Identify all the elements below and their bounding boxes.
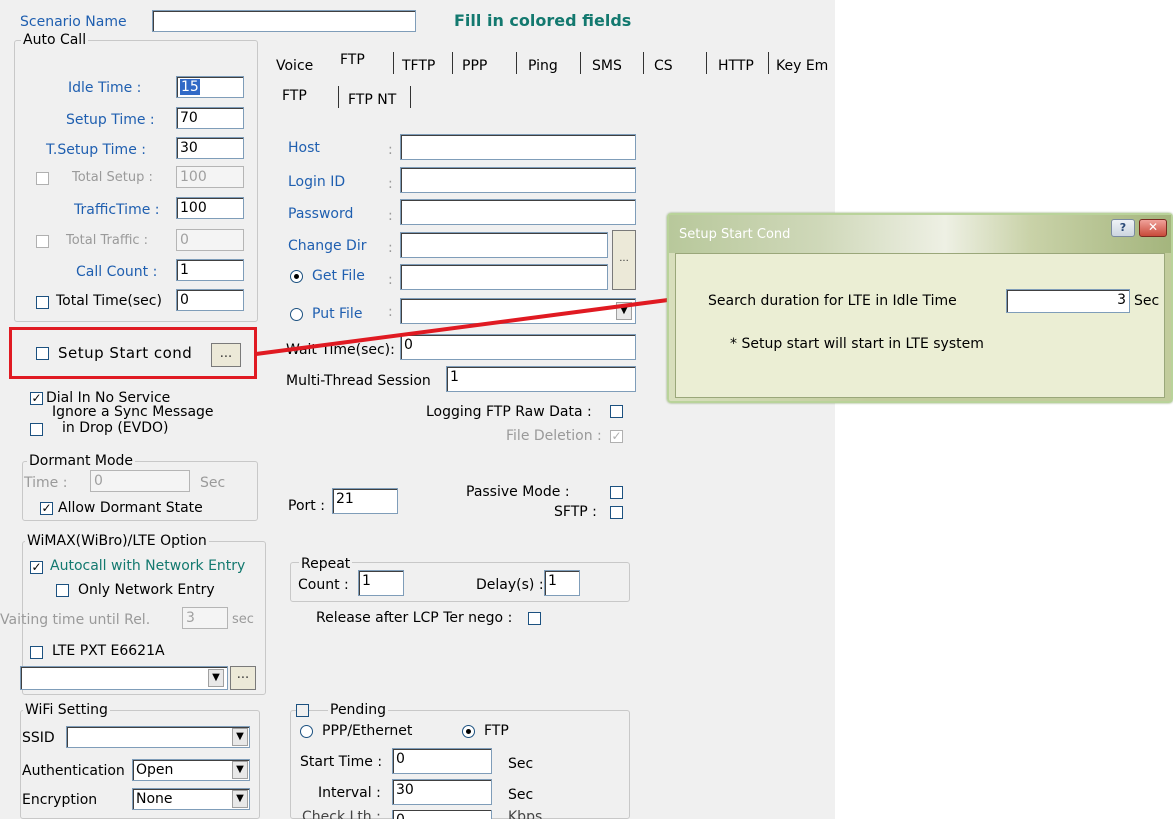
- close-icon[interactable]: ✕: [1139, 219, 1167, 237]
- callout-arrow-line: [255, 298, 669, 356]
- callout-line: [255, 298, 669, 356]
- setup-start-note: * Setup start will start in LTE system: [730, 336, 984, 352]
- search-duration-input[interactable]: 3: [1006, 289, 1130, 313]
- dialog-body: Search duration for LTE in Idle Time 3 S…: [675, 253, 1165, 398]
- help-icon[interactable]: ?: [1111, 219, 1135, 237]
- search-duration-label: Search duration for LTE in Idle Time: [708, 293, 957, 309]
- dialog-titlebar: Setup Start Cond ? ✕: [669, 215, 1171, 253]
- dialog-title: Setup Start Cond: [679, 227, 791, 242]
- search-duration-unit: Sec: [1134, 293, 1160, 309]
- setup-start-cond-dialog: Setup Start Cond ? ✕ Search duration for…: [667, 213, 1173, 403]
